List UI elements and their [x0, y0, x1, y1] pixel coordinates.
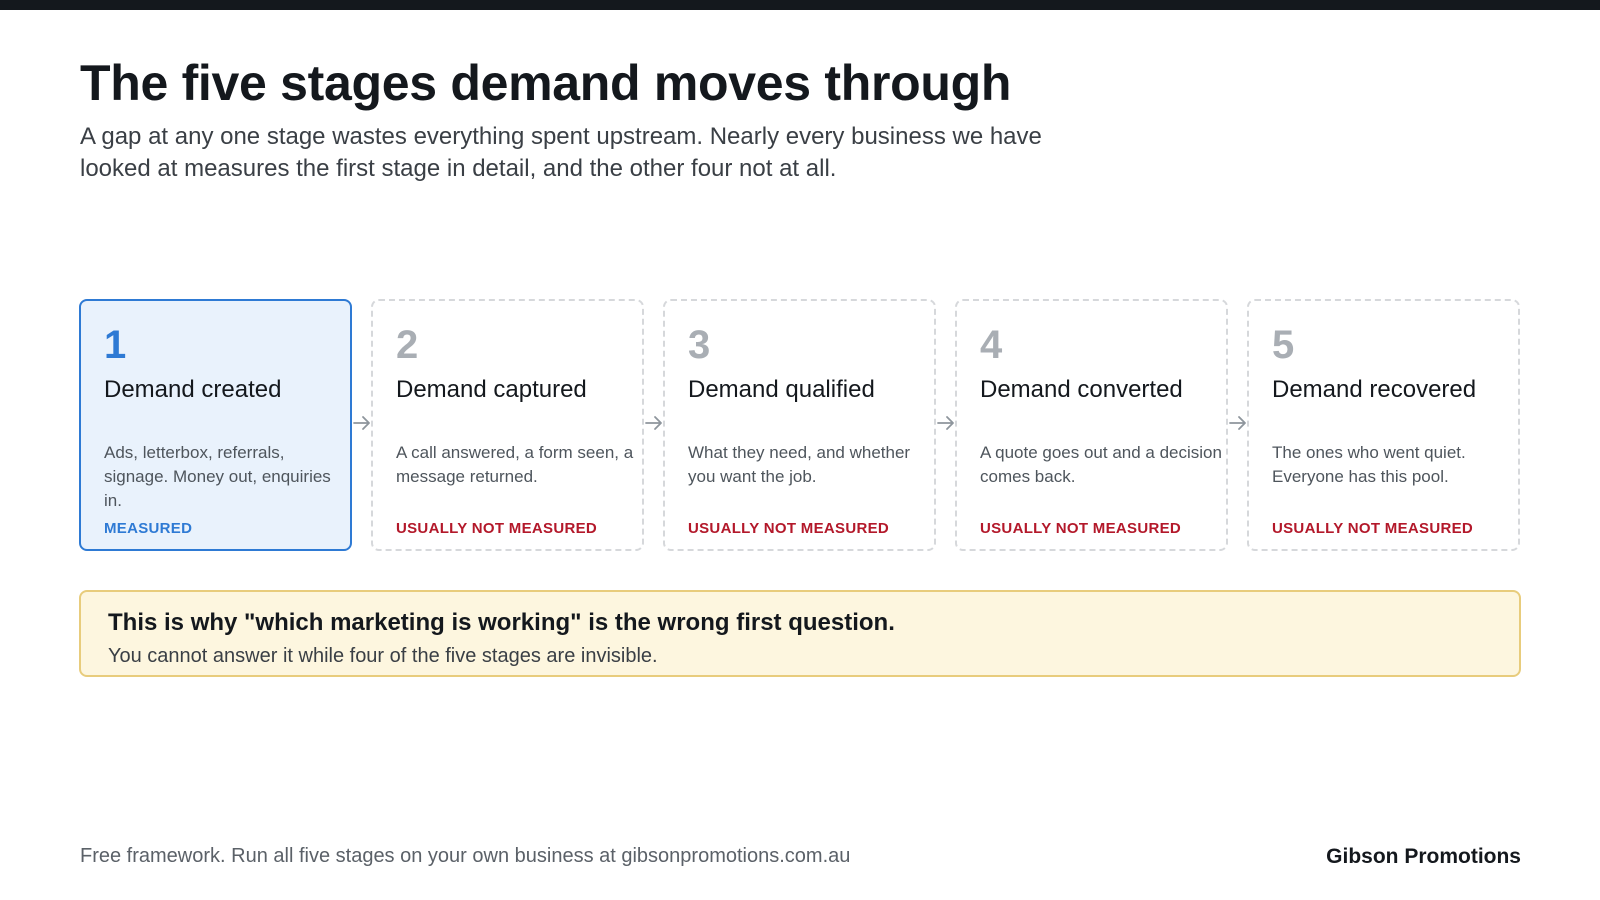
- top-bar: [0, 0, 1600, 10]
- stage-status-badge: USUALLY NOT MEASURED: [688, 520, 890, 537]
- arrow-right-icon: [937, 416, 954, 430]
- stage-status-badge: USUALLY NOT MEASURED: [396, 520, 598, 537]
- stage-card-converted: 4 Demand converted A quote goes out and …: [955, 299, 1228, 551]
- arrow-right-icon: [645, 416, 662, 430]
- stage-number: 1: [104, 323, 127, 367]
- footer-brand: Gibson Promotions: [1326, 845, 1521, 868]
- stage-description: The ones who went quiet. Everyone has th…: [1272, 443, 1466, 486]
- stage-card-captured: 2 Demand captured A call answered, a for…: [371, 299, 644, 551]
- stage-title: Demand recovered: [1272, 376, 1477, 403]
- stage-description: What they need, and whether you want the…: [688, 443, 911, 486]
- stage-status-badge: USUALLY NOT MEASURED: [980, 520, 1182, 537]
- stage-number: 4: [980, 323, 1003, 367]
- stages-row: 1 Demand created Ads, letterbox, referra…: [79, 299, 1521, 551]
- arrow-right-icon: [1229, 416, 1246, 430]
- stage-title: Demand converted: [980, 376, 1183, 403]
- stage-card-created: 1 Demand created Ads, letterbox, referra…: [79, 299, 352, 551]
- stage-status-badge: MEASURED: [104, 520, 193, 537]
- callout-body: You cannot answer it while four of the f…: [108, 645, 658, 667]
- stage-description: Ads, letterbox, referrals, signage. Mone…: [104, 443, 331, 510]
- stage-number: 3: [688, 323, 711, 367]
- stage-title: Demand qualified: [688, 376, 875, 403]
- page-subtitle: A gap at any one stage wastes everything…: [80, 123, 1042, 182]
- stage-card-qualified: 3 Demand qualified What they need, and w…: [663, 299, 936, 551]
- stage-status-badge: USUALLY NOT MEASURED: [1272, 520, 1474, 537]
- stage-description: A quote goes out and a decision comes ba…: [980, 443, 1222, 486]
- stage-card-recovered: 5 Demand recovered The ones who went qui…: [1247, 299, 1520, 551]
- arrow-right-icon: [353, 416, 370, 430]
- stage-number: 2: [396, 323, 419, 367]
- stage-number: 5: [1272, 323, 1295, 367]
- callout-box: This is why "which marketing is working"…: [79, 590, 1521, 677]
- stage-description: A call answered, a form seen, a message …: [396, 443, 634, 486]
- footer-note: Free framework. Run all five stages on y…: [80, 845, 851, 867]
- page-title: The five stages demand moves through: [80, 55, 1012, 111]
- callout-headline: This is why "which marketing is working"…: [108, 609, 895, 636]
- stage-title: Demand created: [104, 376, 282, 403]
- stage-title: Demand captured: [396, 376, 587, 403]
